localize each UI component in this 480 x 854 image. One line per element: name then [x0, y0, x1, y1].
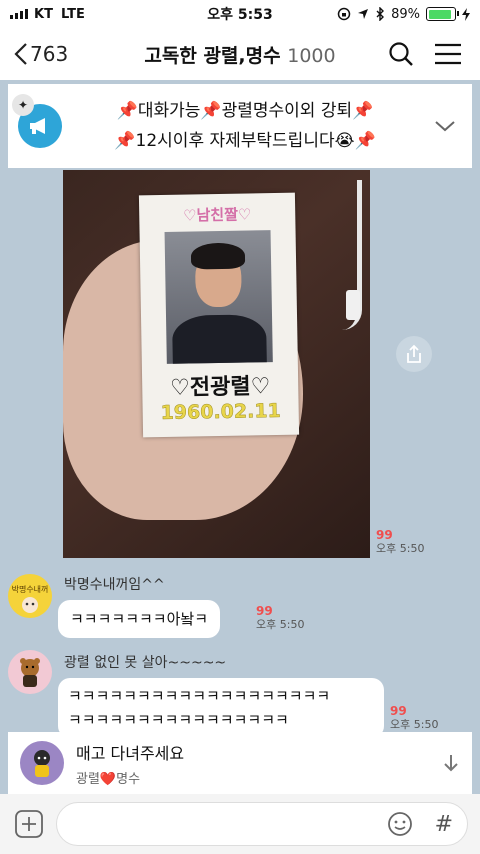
- message-bubble[interactable]: ㅋㅋㅋㅋㅋㅋㅋㅋㅋㅋㅋㅋㅋㅋㅋㅋㅋㅋㅋ ㅋㅋㅋㅋㅋㅋㅋㅋㅋㅋㅋㅋㅋㅋㅋㅋ: [58, 678, 384, 738]
- preview-sender: 광렬❤️명수: [76, 771, 141, 787]
- unread-count: 99: [390, 704, 407, 718]
- notice-line-1: 📌대화가능📌광렬명수이외 강퇴📌: [116, 101, 374, 121]
- battery-icon: [426, 7, 459, 21]
- card-date: 1960.02.11: [160, 399, 281, 425]
- unread-chat-count: 763: [30, 42, 69, 66]
- message-meta: 99 오후 5:50: [390, 704, 438, 732]
- share-icon: [407, 344, 421, 363]
- photo-message[interactable]: ♡남친짤♡ ♡전광렬♡ 1960.02.11: [63, 170, 370, 558]
- bear-icon: [20, 658, 40, 687]
- megaphone-icon: ✦: [12, 94, 62, 148]
- share-button[interactable]: [396, 336, 432, 372]
- carrier-label: KT: [34, 6, 53, 22]
- unread-count: 99: [376, 528, 393, 542]
- chevron-left-icon: [14, 43, 27, 65]
- pin-icon: ✦: [12, 94, 34, 116]
- plus-button[interactable]: [12, 807, 46, 841]
- chat-header: 763 고독한 광렬,명수 1000: [0, 28, 480, 80]
- member-count: 1000: [287, 44, 336, 67]
- charging-bolt-icon: [462, 7, 470, 21]
- message-meta: 99 오후 5:50: [256, 604, 304, 632]
- heart-icon: ❤️: [99, 771, 117, 787]
- plus-icon: [15, 810, 43, 838]
- portrait: [164, 230, 273, 364]
- battery-percent: 89%: [391, 6, 420, 22]
- avatar: [20, 741, 64, 785]
- message-line-2: ㅋㅋㅋㅋㅋㅋㅋㅋㅋㅋㅋㅋㅋㅋㅋㅋ: [68, 711, 289, 729]
- message-bubble[interactable]: ㅋㅋㅋㅋㅋㅋㅋ아놬ㅋ: [58, 600, 221, 638]
- sender-name: 광렬 없인 못 살아~~~~~: [64, 655, 227, 671]
- card-name: ♡전광렬♡: [169, 374, 271, 401]
- message-time: 오후 5:50: [390, 718, 439, 731]
- photo-card: ♡남친짤♡ ♡전광렬♡ 1960.02.11: [138, 192, 300, 438]
- search-icon[interactable]: [388, 41, 414, 67]
- sender-name: 박명수내꺼임^^: [64, 577, 165, 593]
- network-type: LTE: [60, 6, 85, 22]
- message-time: 오후 5:50: [376, 542, 425, 555]
- avatar[interactable]: [8, 650, 52, 694]
- unread-count: 99: [256, 604, 273, 618]
- arrow-down-icon[interactable]: [442, 753, 460, 773]
- card-caption: ♡남친짤♡: [182, 205, 252, 225]
- hashtag-search-button[interactable]: #: [435, 812, 453, 837]
- preview-message: 매고 다녀주세요: [76, 743, 185, 763]
- message-time: 오후 5:50: [256, 618, 305, 631]
- message-input[interactable]: #: [56, 802, 468, 846]
- chevron-down-icon[interactable]: [428, 117, 462, 136]
- message-line-1: ㅋㅋㅋㅋㅋㅋㅋㅋㅋㅋㅋㅋㅋㅋㅋㅋㅋㅋㅋ: [68, 687, 331, 705]
- input-bar: #: [0, 794, 480, 854]
- room-name: 고독한 광렬,명수: [144, 44, 281, 67]
- avatar-label: 박명수내꺼: [11, 585, 49, 594]
- back-button[interactable]: 763: [0, 42, 68, 66]
- latest-message-preview[interactable]: 매고 다녀주세요 광렬❤️명수: [8, 732, 472, 794]
- avatar[interactable]: 박명수내꺼: [8, 574, 52, 618]
- emoji-icon[interactable]: [387, 811, 413, 837]
- signal-strength-icon: [10, 9, 28, 19]
- hamburger-menu-icon[interactable]: [434, 43, 462, 65]
- photo-message-meta: 99 오후 5:50: [376, 528, 424, 556]
- bluetooth-icon: [376, 7, 385, 21]
- location-arrow-icon: [358, 9, 369, 19]
- status-bar: KT LTE 오후 5:53 89%: [0, 0, 480, 28]
- notice-line-2: 📌12시이후 자제부탁드립니다😭📌: [114, 131, 376, 151]
- pinned-notice[interactable]: ✦ 📌대화가능📌광렬명수이외 강퇴📌 📌12시이후 자제부탁드립니다😭📌: [8, 84, 472, 168]
- rotation-lock-icon: [337, 7, 351, 21]
